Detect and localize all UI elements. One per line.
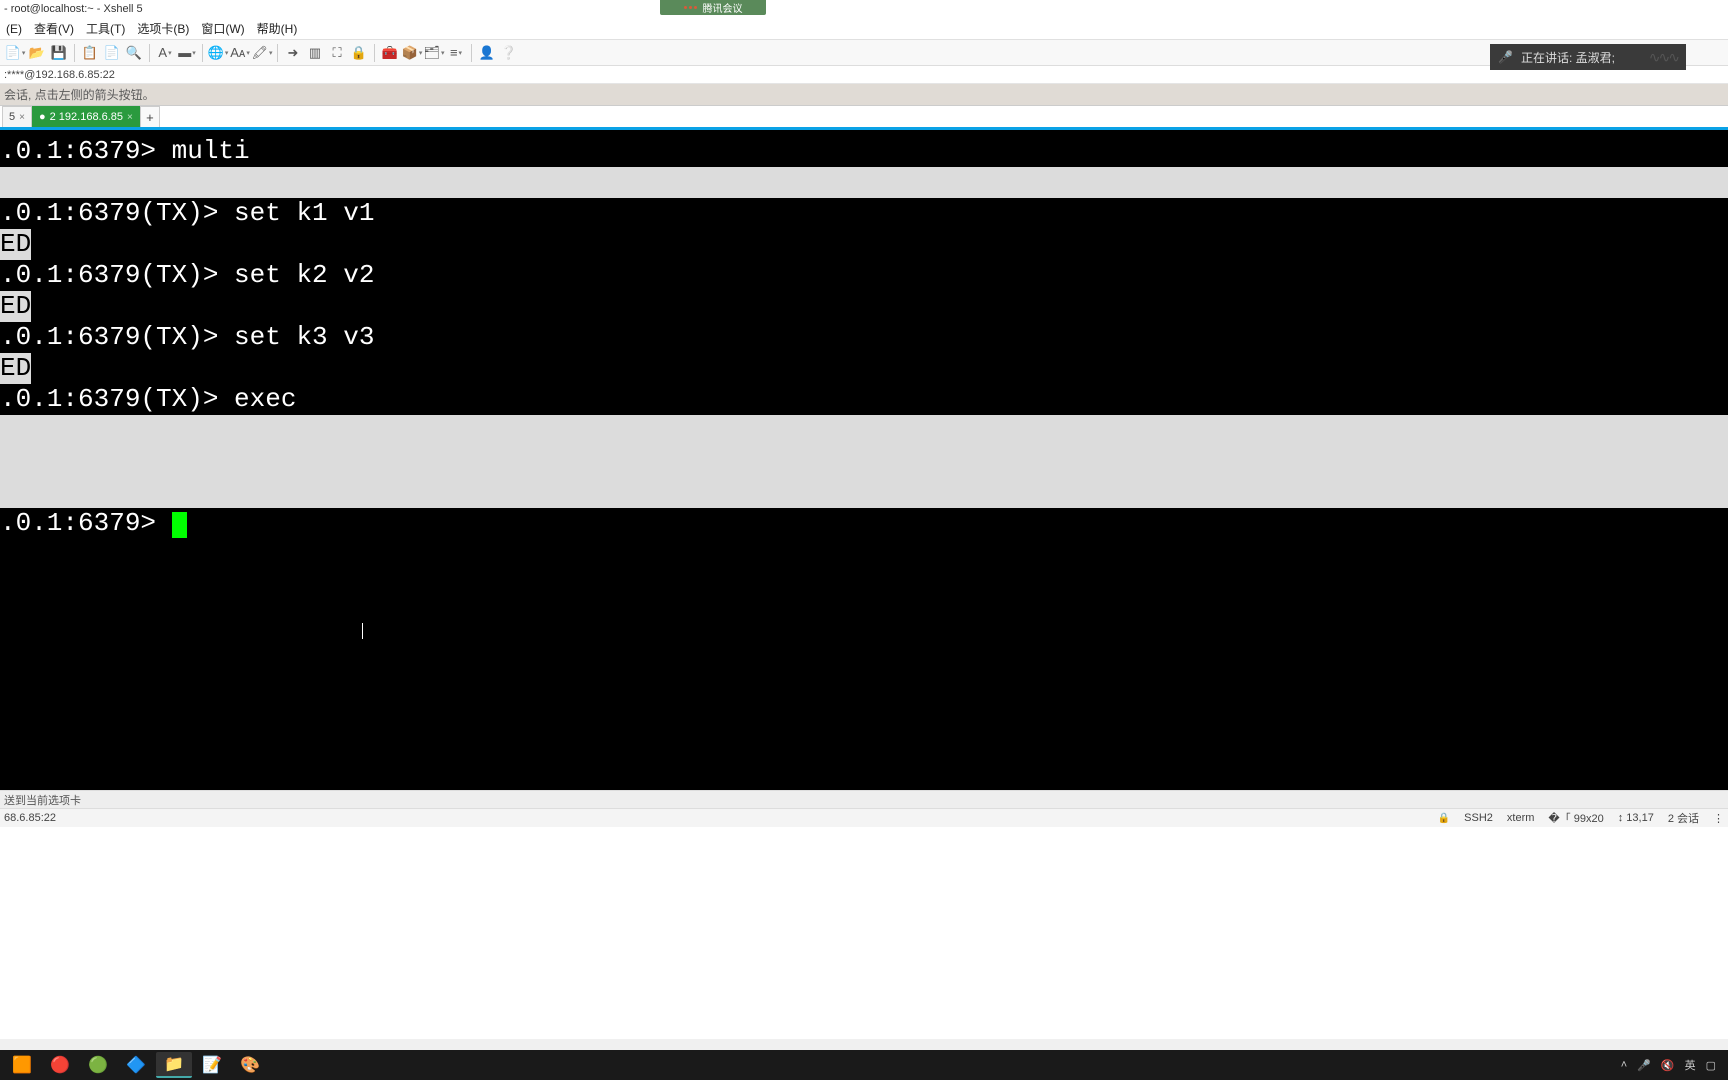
tray-mic-icon[interactable]: 🎤 [1637,1059,1651,1072]
font-button[interactable]: Aᴀ [231,44,249,62]
menu-window[interactable]: 窗口(W) [201,20,244,37]
bg-color-button[interactable]: ▬ [178,44,196,62]
meeting-badge[interactable]: 腾讯会议 [660,0,766,15]
terminal-cursor [172,512,187,538]
terminal-line [0,167,1728,198]
globe-button[interactable]: 🌐 [209,44,227,62]
status-sep: ⋮ [1713,812,1724,825]
window-titlebar: - root@localhost:~ - Xshell 5 [0,0,1728,18]
status-size: �「 99x20 [1548,810,1603,826]
window-title: - root@localhost:~ - Xshell 5 [4,3,143,15]
task-paint[interactable]: 🎨 [232,1052,268,1078]
list-button[interactable]: ≡ [447,44,465,62]
tab-label: 5 [9,111,15,123]
tray-ime[interactable]: 英 [1685,1057,1696,1073]
session-tab-active[interactable]: ● 2 192.168.6.85 × [32,106,140,127]
task-text-editor[interactable]: 📝 [194,1052,230,1078]
find-button[interactable]: 🔍 [125,44,143,62]
connection-bar: :****@192.168.6.85:22 [0,66,1728,84]
whitespace [0,827,1728,1039]
lock-button[interactable]: 🔒 [350,44,368,62]
close-icon[interactable]: × [127,112,133,123]
task-app-vm[interactable]: 🟧 [4,1052,40,1078]
voice-label: 正在讲话: 孟淑君; [1521,49,1615,66]
terminal-line: ED [0,229,1728,260]
status-sessions: 2 会话 [1668,810,1699,826]
tools-button[interactable]: 🧰 [381,44,399,62]
terminal-line: .0.1:6379> [0,508,1728,539]
toolbar-separator [149,44,150,62]
task-file-explorer[interactable]: 📁 [156,1052,192,1078]
menu-tools[interactable]: 工具(T) [86,20,125,37]
status-term: xterm [1507,812,1535,824]
new-session-button[interactable]: 📄 [6,44,24,62]
card-button[interactable]: 🗂 [425,44,443,62]
terminal-line [0,477,1728,508]
tab-dot-icon: ● [39,111,46,123]
highlight-button[interactable]: 🖍 [253,44,271,62]
terminal[interactable]: .0.1:6379> multi .0.1:6379(TX)> set k1 v1… [0,130,1728,790]
user-button[interactable]: 👤 [478,44,496,62]
system-tray[interactable]: ˄ 🎤 🔇 英 ▢ [1621,1057,1724,1073]
voice-indicator: 🎤 正在讲话: 孟淑君; ∿∿∿ [1490,44,1686,70]
text-cursor-icon [362,623,363,639]
terminal-line: .0.1:6379(TX)> set k1 v1 [0,198,1728,229]
toolbar-separator [374,44,375,62]
toolbar: 📄 📂 💾 📋 📄 🔍 A ▬ 🌐 Aᴀ 🖍 ➜ ▥ ⛶ 🔒 🧰 📦 🗂 ≡ 👤… [0,40,1728,66]
session-tab[interactable]: 5 × [2,106,32,127]
terminal-line: .0.1:6379(TX)> set k2 v2 [0,260,1728,291]
tooltip-text: 送到当前选项卡 [4,792,81,808]
menu-edit[interactable]: (E) [6,22,22,36]
hint-text: 会话, 点击左侧的箭头按钮。 [4,86,155,103]
task-app-blue[interactable]: 🔷 [118,1052,154,1078]
paste-button[interactable]: 📄 [103,44,121,62]
terminal-line [0,415,1728,446]
hint-bar: 会话, 点击左侧的箭头按钮。 [0,84,1728,106]
terminal-line: ED [0,291,1728,322]
close-icon[interactable]: × [19,112,25,123]
font-color-button[interactable]: A [156,44,174,62]
tray-notifications-icon[interactable]: ▢ [1706,1059,1716,1072]
mic-icon: 🎤 [1498,50,1513,64]
tooltip-bar: 送到当前选项卡 [0,790,1728,808]
lock-icon: 🔒 [1438,813,1450,824]
layout-button[interactable]: ▥ [306,44,324,62]
menu-help[interactable]: 帮助(H) [257,20,298,37]
terminal-line [0,446,1728,477]
toolbar-separator [471,44,472,62]
terminal-line: .0.1:6379(TX)> exec [0,384,1728,415]
wave-icon: ∿∿∿ [1649,49,1678,66]
package-button[interactable]: 📦 [403,44,421,62]
tab-label: 2 192.168.6.85 [50,111,123,123]
task-app-red[interactable]: 🔴 [42,1052,78,1078]
status-host: 68.6.85:22 [4,812,56,824]
status-bar: 68.6.85:22 🔒 SSH2 xterm �「 99x20 ↕ 13,17… [0,808,1728,827]
terminal-line: .0.1:6379> multi [0,136,1728,167]
terminal-line: .0.1:6379(TX)> set k3 v3 [0,322,1728,353]
connection-text: :****@192.168.6.85:22 [4,69,115,81]
open-button[interactable]: 📂 [28,44,46,62]
encoding-button[interactable]: ➜ [284,44,302,62]
menu-tabs[interactable]: 选项卡(B) [137,20,189,37]
save-button[interactable]: 💾 [50,44,68,62]
menu-bar: (E) 查看(V) 工具(T) 选项卡(B) 窗口(W) 帮助(H) [0,18,1728,40]
fullscreen-button[interactable]: ⛶ [328,44,346,62]
tray-speaker-icon[interactable]: 🔇 [1661,1059,1675,1072]
copy-button[interactable]: 📋 [81,44,99,62]
tab-strip: 5 × ● 2 192.168.6.85 × + [0,106,1728,130]
terminal-line: ED [0,353,1728,384]
windows-taskbar: 🟧 🔴 🟢 🔷 📁 📝 🎨 ˄ 🎤 🔇 英 ▢ [0,1050,1728,1080]
status-pos: ↕ 13,17 [1618,812,1654,824]
meeting-label: 腾讯会议 [703,0,743,15]
toolbar-separator [74,44,75,62]
toolbar-separator [277,44,278,62]
status-protocol: SSH2 [1464,812,1493,824]
help-button[interactable]: ❔ [500,44,518,62]
new-tab-button[interactable]: + [140,106,160,127]
menu-view[interactable]: 查看(V) [34,20,74,37]
meeting-dots-icon [684,6,697,9]
toolbar-separator [202,44,203,62]
tray-chevron-icon[interactable]: ˄ [1621,1059,1627,1071]
task-app-green[interactable]: 🟢 [80,1052,116,1078]
